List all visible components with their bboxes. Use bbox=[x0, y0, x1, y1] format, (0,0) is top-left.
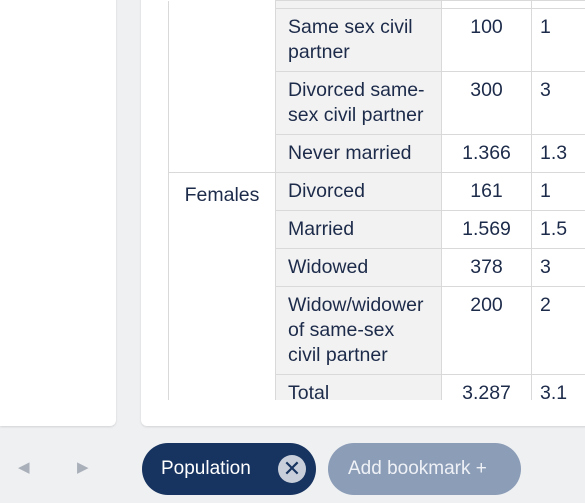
data-table: Same sex civil partner 100 1 Divorced sa… bbox=[168, 0, 585, 400]
chevron-left-icon[interactable]: ◀ bbox=[18, 458, 30, 476]
table-viewport[interactable]: Same sex civil partner 100 1 Divorced sa… bbox=[168, 0, 585, 400]
left-panel bbox=[0, 0, 116, 426]
chevron-right-icon[interactable]: ▶ bbox=[77, 458, 89, 476]
row-label: Total bbox=[275, 374, 442, 400]
row-label: Divorced bbox=[275, 172, 442, 211]
chip-label: Population bbox=[161, 458, 251, 479]
row-value: 161 bbox=[441, 172, 532, 211]
close-icon[interactable]: ✕ bbox=[278, 455, 306, 483]
row-value: 378 bbox=[441, 248, 532, 287]
row-value: 200 bbox=[441, 286, 532, 375]
row-value: 3.287 bbox=[441, 374, 532, 400]
row-value-2: 2 bbox=[531, 286, 585, 375]
row-value-2: 1.5 bbox=[531, 210, 585, 249]
table-row: Females Divorced 161 1 bbox=[168, 172, 585, 400]
row-value-2 bbox=[531, 0, 585, 9]
row-value-2: 1.3 bbox=[531, 134, 585, 173]
population-chip[interactable]: Population ✕ bbox=[142, 443, 316, 495]
row-value-2: 3 bbox=[531, 71, 585, 135]
row-group-females: Females bbox=[168, 172, 276, 400]
table-row bbox=[168, 0, 585, 173]
row-value: 100 bbox=[441, 8, 532, 72]
row-label: Divorced same-sex civil partner bbox=[275, 71, 442, 135]
row-group-cell bbox=[168, 0, 276, 173]
row-value bbox=[441, 0, 532, 9]
row-value-2: 3.1 bbox=[531, 374, 585, 400]
row-value-2: 1 bbox=[531, 8, 585, 72]
add-bookmark-button[interactable]: Add bookmark + bbox=[328, 443, 521, 495]
add-bookmark-label: Add bookmark + bbox=[348, 458, 487, 479]
row-value-2: 3 bbox=[531, 248, 585, 287]
row-value-2: 1 bbox=[531, 172, 585, 211]
row-label: Widow/widower of same-sex civil partner bbox=[275, 286, 442, 375]
row-label bbox=[275, 0, 442, 9]
row-value: 1.366 bbox=[441, 134, 532, 173]
row-label: Widowed bbox=[275, 248, 442, 287]
row-value: 1.569 bbox=[441, 210, 532, 249]
row-label: Never married bbox=[275, 134, 442, 173]
row-value: 300 bbox=[441, 71, 532, 135]
row-label: Same sex civil partner bbox=[275, 8, 442, 72]
row-label: Married bbox=[275, 210, 442, 249]
